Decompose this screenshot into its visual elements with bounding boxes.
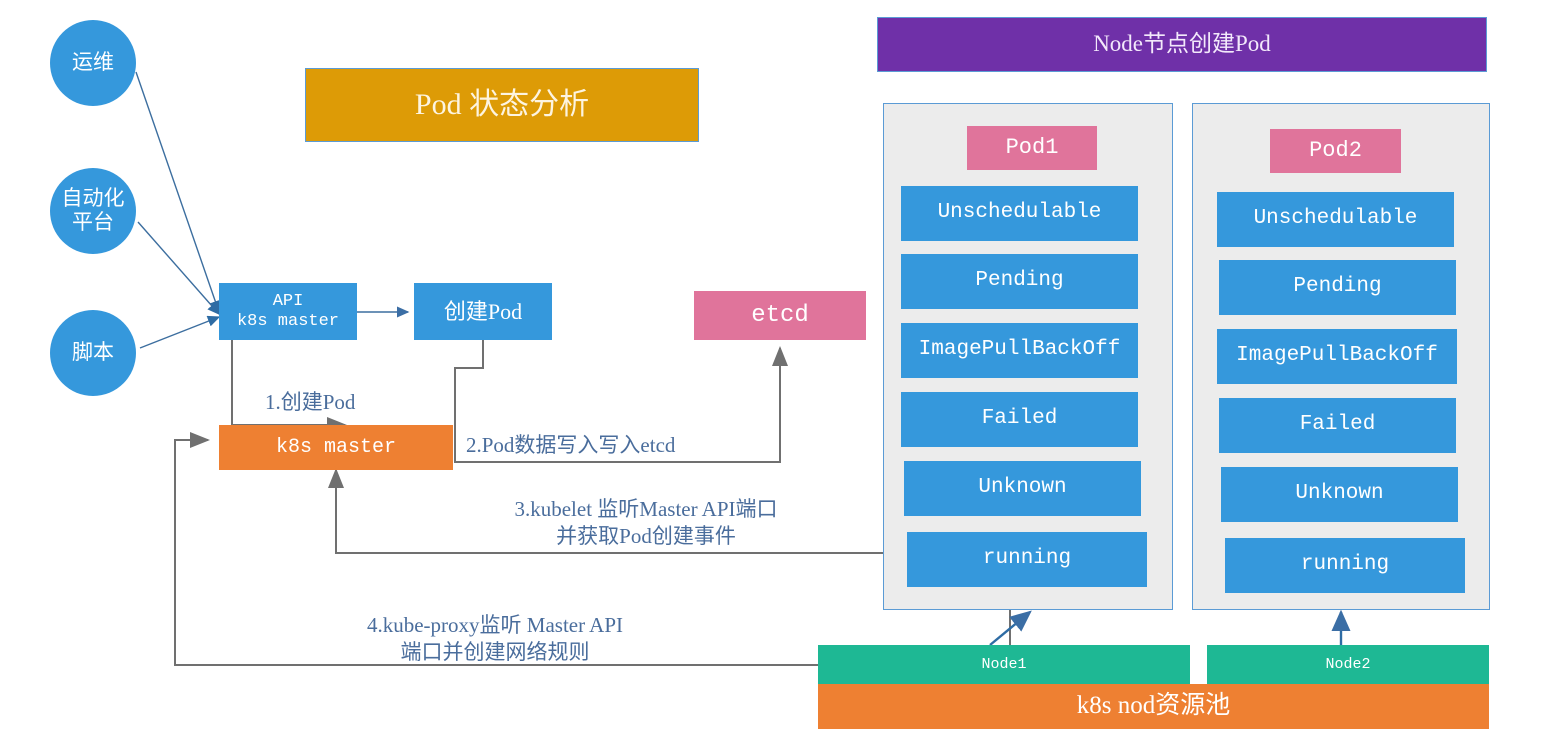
pod1-state-label: running <box>982 547 1072 571</box>
node2-label: Node2 <box>1325 655 1371 673</box>
diagram-canvas: 运维 自动化 平台 脚本 Pod 状态分析 API k8s master 创建P… <box>0 0 1565 743</box>
etcd-box[interactable]: etcd <box>694 291 866 340</box>
wire-node1-to-pod1 <box>989 610 1032 646</box>
create-pod-label: 创建Pod <box>443 298 523 324</box>
pod1-state-unschedulable[interactable]: Unschedulable <box>901 186 1138 241</box>
right-panel-header: Node节点创建Pod <box>877 17 1487 72</box>
pod2-state-pending[interactable]: Pending <box>1219 260 1456 315</box>
pod1-state-label: Unschedulable <box>937 201 1102 225</box>
pod2-state-label: Unknown <box>1295 482 1384 506</box>
k8s-master-box[interactable]: k8s master <box>219 425 453 470</box>
api-k8s-master-line2: k8s master <box>236 311 340 331</box>
pod1-state-failed[interactable]: Failed <box>901 392 1138 447</box>
pod1-badge[interactable]: Pod1 <box>967 126 1097 170</box>
pod2-state-unknown[interactable]: Unknown <box>1221 467 1458 522</box>
pod1-state-label: ImagePullBackOff <box>918 338 1121 362</box>
step-3-label: 3.kubelet 监听Master API端口 并获取Pod创建事件 <box>466 470 826 549</box>
pod1-column: Pod1 Unschedulable Pending ImagePullBack… <box>883 103 1173 610</box>
actor-automation-platform[interactable]: 自动化 平台 <box>50 168 136 254</box>
pod2-state-label: Failed <box>1299 413 1376 437</box>
step-3-text: 3.kubelet 监听Master API端口 并获取Pod创建事件 <box>514 497 778 548</box>
step-2-label: 2.Pod数据写入写入etcd <box>466 406 766 459</box>
api-k8s-master-line1: API <box>272 291 304 311</box>
pod2-state-label: Pending <box>1293 275 1382 299</box>
right-panel-header-label: Node节点创建Pod <box>1093 31 1271 57</box>
pod1-state-unknown[interactable]: Unknown <box>904 461 1141 516</box>
step-4-text: 4.kube-proxy监听 Master API 端口并创建网络规则 <box>366 613 624 664</box>
pod2-state-label: ImagePullBackOff <box>1236 344 1438 368</box>
resource-pool-bar: k8s nod资源池 <box>818 684 1489 729</box>
title-box: Pod 状态分析 <box>305 68 699 142</box>
pod2-state-label: running <box>1300 553 1390 577</box>
node1-label: Node1 <box>981 655 1027 673</box>
pod2-state-failed[interactable]: Failed <box>1219 398 1456 453</box>
pod2-state-unschedulable[interactable]: Unschedulable <box>1217 192 1454 247</box>
etcd-label: etcd <box>751 301 809 329</box>
pod1-state-label: Unknown <box>978 476 1067 500</box>
pod2-column: Pod2 Unschedulable Pending ImagePullBack… <box>1192 103 1490 610</box>
pod2-badge[interactable]: Pod2 <box>1270 129 1401 173</box>
step-2-text: 2.Pod数据写入写入etcd <box>466 433 676 458</box>
pod2-badge-label: Pod2 <box>1309 138 1362 164</box>
k8s-master-label: k8s master <box>275 436 397 459</box>
actor-ops[interactable]: 运维 <box>50 20 136 106</box>
step-1-text: 1.创建Pod <box>265 390 356 415</box>
actor-automation-platform-label: 自动化 平台 <box>61 186 125 234</box>
pod1-state-label: Pending <box>975 269 1064 293</box>
actor-ops-label: 运维 <box>72 50 114 75</box>
resource-pool-label: k8s nod资源池 <box>1076 692 1231 720</box>
step-4-label: 4.kube-proxy监听 Master API 端口并创建网络规则 <box>320 586 670 665</box>
pod1-state-imagepullbackoff[interactable]: ImagePullBackOff <box>901 323 1138 378</box>
api-k8s-master-box[interactable]: API k8s master <box>219 283 357 340</box>
actor-script[interactable]: 脚本 <box>50 310 136 396</box>
pod1-badge-label: Pod1 <box>1005 135 1059 161</box>
pod2-state-imagepullbackoff[interactable]: ImagePullBackOff <box>1217 329 1457 384</box>
pod1-state-running[interactable]: running <box>907 532 1147 587</box>
step-1-label: 1.创建Pod <box>265 363 455 416</box>
actor-connectors <box>135 71 221 349</box>
pod1-state-pending[interactable]: Pending <box>901 254 1138 309</box>
title-box-label: Pod 状态分析 <box>414 87 590 121</box>
actor-script-label: 脚本 <box>72 340 114 365</box>
create-pod-box[interactable]: 创建Pod <box>414 283 552 340</box>
pod1-state-label: Failed <box>981 407 1058 431</box>
node1-bar[interactable]: Node1 <box>818 645 1190 684</box>
node2-bar[interactable]: Node2 <box>1207 645 1489 684</box>
pod2-state-label: Unschedulable <box>1253 207 1418 231</box>
pod2-state-running[interactable]: running <box>1225 538 1465 593</box>
